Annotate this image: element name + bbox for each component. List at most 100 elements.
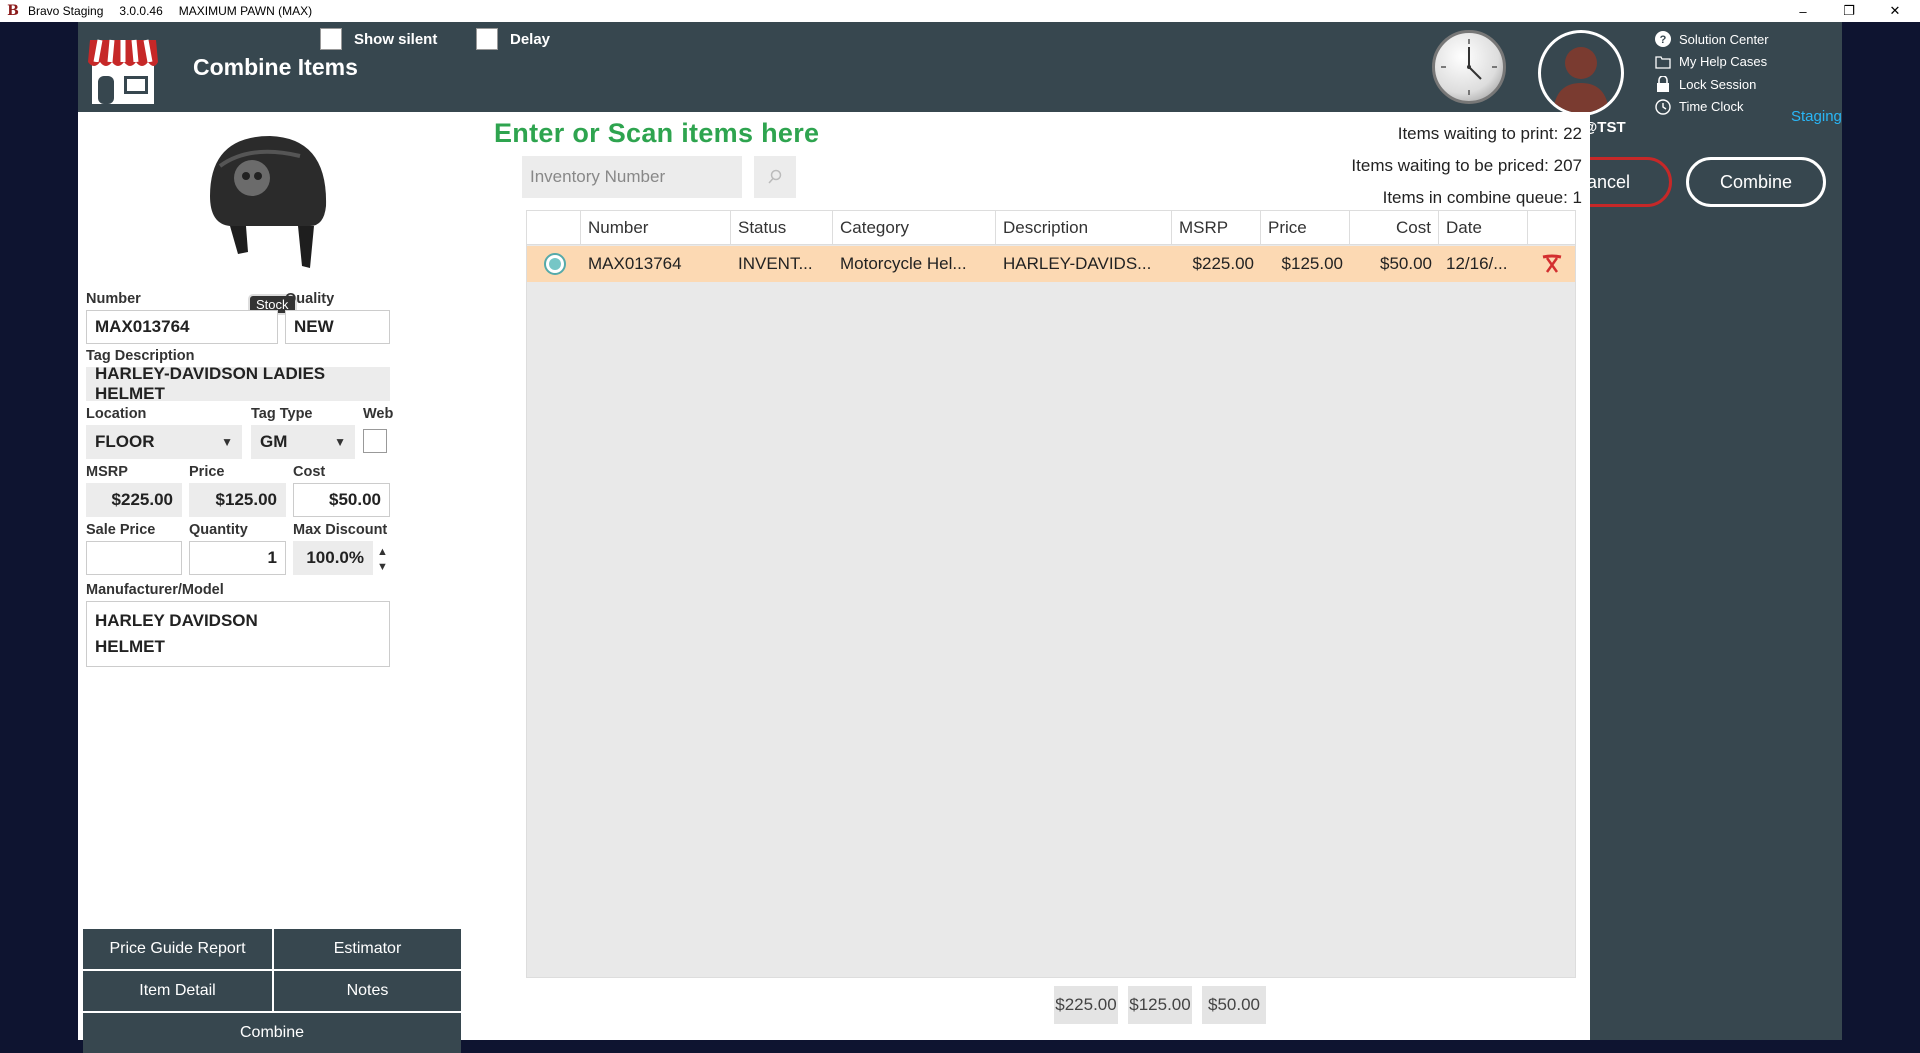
item-image[interactable]: [190, 126, 340, 276]
cell-msrp: $225.00: [1192, 254, 1254, 273]
stepper-up-icon[interactable]: ▲: [377, 545, 388, 560]
my-help-cases-label: My Help Cases: [1679, 54, 1768, 70]
search-button[interactable]: [754, 156, 796, 198]
items-waiting-print: Items waiting to print: 22: [1397, 124, 1582, 143]
total-msrp: $225.00: [1054, 986, 1118, 1024]
column-header-description[interactable]: Description: [996, 211, 1172, 245]
column-header-cost[interactable]: Cost: [1350, 211, 1439, 245]
column-header-status[interactable]: Status: [731, 211, 833, 245]
column-header-actions: [1528, 211, 1575, 245]
quantity-field[interactable]: 1: [189, 541, 286, 575]
web-label: Web: [363, 406, 394, 422]
tag-description-field[interactable]: HARLEY-DAVIDSON LADIES HELMET: [86, 364, 390, 403]
clock-icon: [1432, 30, 1506, 104]
chevron-down-icon: ▼: [221, 435, 233, 449]
max-discount-stepper[interactable]: ▲ ▼: [377, 545, 388, 575]
tag-description-label: Tag Description: [86, 348, 195, 364]
web-checkbox[interactable]: [363, 429, 387, 453]
stepper-down-icon[interactable]: ▼: [377, 560, 388, 575]
app-name: Bravo Staging: [28, 4, 104, 18]
lock-session-link[interactable]: Lock Session: [1654, 73, 1769, 96]
app-version: 3.0.0.46: [119, 4, 163, 18]
table-row[interactable]: MAX013764 INVENT... Motorcycle Hel... HA…: [527, 246, 1575, 282]
cost-field[interactable]: $50.00: [293, 483, 390, 517]
tag-type-label: Tag Type: [251, 406, 313, 422]
column-header-number[interactable]: Number: [581, 211, 731, 245]
queue-stats: Items waiting to print: 22 Items waiting…: [1351, 118, 1582, 214]
column-header-date[interactable]: Date: [1439, 211, 1528, 245]
sale-price-label: Sale Price: [86, 522, 156, 538]
remove-item-button[interactable]: [1528, 246, 1575, 282]
time-clock-link[interactable]: Time Clock: [1654, 96, 1769, 119]
notes-button[interactable]: Notes: [274, 971, 461, 1011]
combine-button[interactable]: Combine: [83, 1013, 461, 1053]
restore-button[interactable]: ❐: [1826, 0, 1872, 22]
location-select[interactable]: FLOOR ▼: [86, 425, 242, 459]
column-header-msrp[interactable]: MSRP: [1172, 211, 1261, 245]
msrp-field: $225.00: [86, 483, 182, 517]
cell-price: $125.00: [1281, 254, 1343, 273]
environment-label: Staging: [1791, 108, 1842, 125]
chevron-down-icon: ▼: [334, 435, 346, 449]
solution-center-link[interactable]: ? Solution Center: [1654, 28, 1769, 51]
column-header-category[interactable]: Category: [833, 211, 996, 245]
cell-cost: $50.00: [1380, 254, 1432, 273]
row-select-cell[interactable]: [537, 246, 581, 282]
quality-label: Quality: [285, 291, 335, 307]
delay-label: Delay: [510, 30, 551, 48]
manufacturer-line1: HARLEY DAVIDSON: [95, 611, 258, 630]
manufacturer-field[interactable]: HARLEY DAVIDSON HELMET: [86, 601, 390, 667]
lock-icon: [1654, 75, 1672, 93]
combine-queue-panel: Enter or Scan items here Inventory Numbe…: [466, 112, 1590, 1040]
show-silent-checkbox[interactable]: Show silent: [320, 28, 437, 50]
delay-checkbox[interactable]: Delay: [476, 28, 550, 50]
number-label: Number: [86, 291, 141, 307]
minimize-button[interactable]: –: [1780, 0, 1826, 22]
max-discount-label: Max Discount: [293, 522, 388, 538]
cost-label: Cost: [293, 464, 326, 480]
solution-center-label: Solution Center: [1679, 31, 1769, 47]
store-name: MAXIMUM PAWN (MAX): [178, 4, 313, 18]
svg-text:?: ?: [1660, 34, 1667, 46]
location-label: Location: [86, 406, 147, 422]
manufacturer-label: Manufacturer/Model: [86, 582, 224, 598]
combine-header-button[interactable]: Combine: [1686, 157, 1826, 207]
close-button[interactable]: ✕: [1872, 0, 1918, 22]
show-silent-box[interactable]: [320, 28, 342, 50]
row-radio[interactable]: [544, 253, 566, 275]
column-header-price[interactable]: Price: [1261, 211, 1350, 245]
location-value: FLOOR: [95, 432, 155, 451]
max-discount-field[interactable]: 100.0%: [293, 541, 373, 575]
window-titlebar: B Bravo Staging 3.0.0.46 MAXIMUM PAWN (M…: [0, 0, 1920, 22]
tag-type-select[interactable]: GM ▼: [251, 425, 355, 459]
help-links: ? Solution Center My Help Cases Lock Ses…: [1654, 28, 1769, 118]
lock-session-label: Lock Session: [1679, 76, 1757, 92]
cell-date: 12/16/...: [1446, 254, 1508, 273]
inventory-number-input[interactable]: Inventory Number: [522, 156, 742, 198]
price-label: Price: [189, 464, 225, 480]
items-waiting-priced: Items waiting to be priced: 207: [1351, 156, 1582, 175]
cell-status: INVENT...: [738, 254, 813, 273]
quantity-label: Quantity: [189, 522, 248, 538]
total-price: $125.00: [1128, 986, 1192, 1024]
cell-description: HARLEY-DAVIDS...: [1003, 254, 1152, 273]
quality-field[interactable]: NEW: [285, 310, 390, 344]
estimator-button[interactable]: Estimator: [274, 929, 461, 969]
item-detail-button[interactable]: Item Detail: [83, 971, 272, 1011]
number-field[interactable]: MAX013764: [86, 310, 278, 344]
sale-price-field[interactable]: [86, 541, 182, 575]
my-help-cases-link[interactable]: My Help Cases: [1654, 51, 1769, 74]
folder-icon: [1654, 53, 1672, 71]
grid-totals: $225.00 $125.00 $50.00: [526, 978, 1576, 1030]
tag-type-value: GM: [260, 432, 288, 451]
user-avatar[interactable]: [1538, 30, 1624, 116]
price-guide-report-button[interactable]: Price Guide Report: [83, 929, 272, 969]
time-clock-icon: [1654, 98, 1672, 116]
delay-box[interactable]: [476, 28, 498, 50]
items-grid: Number Status Category Description MSRP …: [526, 210, 1576, 978]
page-title: Combine Items: [193, 54, 358, 80]
column-header-select: [527, 211, 581, 245]
total-cost: $50.00: [1202, 986, 1266, 1024]
header: Combine Items Show silent Delay ? Soluti…: [78, 22, 1842, 136]
cell-number: MAX013764: [588, 254, 682, 273]
